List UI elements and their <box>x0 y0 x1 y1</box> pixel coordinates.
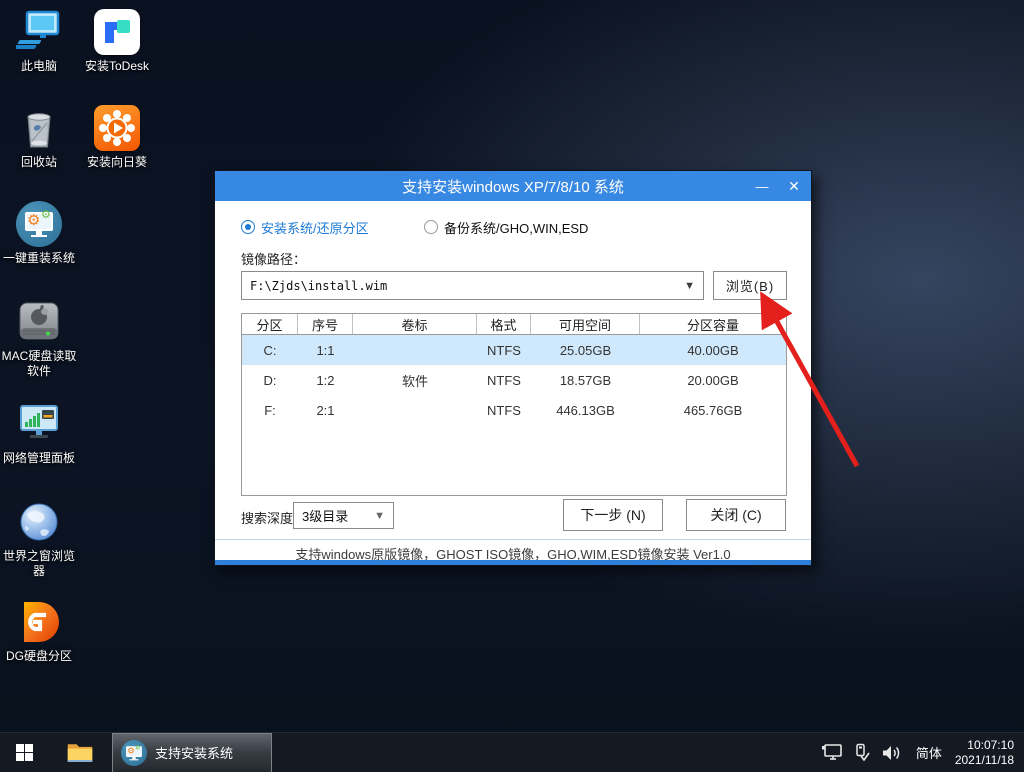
radio-selected-icon <box>241 220 255 234</box>
browse-button[interactable]: 浏览(B) <box>713 271 787 300</box>
desktop-icon-onekey-reinstall[interactable]: ⚙ ⚙ 一键重装系统 <box>0 200 78 266</box>
desktop-icon-mac-disk[interactable]: MAC硬盘读取软件 <box>0 298 78 379</box>
taskbar-item-label: 支持安装系统 <box>155 743 233 762</box>
image-path-combobox[interactable]: F:\Zjds\install.wim ▼ <box>241 271 704 300</box>
desktop-icon-label: 安装向日葵 <box>78 155 156 170</box>
partition-table: 分区 序号 卷标 格式 可用空间 分区容量 C: 1:1 NTFS 25.05G… <box>241 313 787 496</box>
todesk-icon <box>93 8 141 56</box>
col-header-format: 格式 <box>477 314 531 334</box>
cell-free: 25.05GB <box>531 335 640 365</box>
desktop-icon-recycle-bin[interactable]: 回收站 <box>0 104 78 170</box>
gear-icon: ⚙ <box>27 213 40 228</box>
desktop-icon-todesk[interactable]: 安装ToDesk <box>78 8 156 74</box>
onekey-reinstall-icon: ⚙ ⚙ <box>121 740 136 755</box>
col-header-capacity: 分区容量 <box>640 314 786 334</box>
dg-partition-icon <box>15 598 63 646</box>
table-row-c[interactable]: C: 1:1 NTFS 25.05GB 40.00GB <box>242 335 786 365</box>
search-depth-label: 搜索深度 <box>241 508 293 527</box>
radio-label: 安装系统/还原分区 <box>261 218 369 237</box>
cell-seq: 2:1 <box>298 395 353 425</box>
desktop-icon-label: MAC硬盘读取软件 <box>0 349 78 379</box>
network-tray-icon[interactable] <box>817 733 847 772</box>
folder-icon <box>66 741 94 765</box>
system-tray: 简体 10:07:10 2021/11/18 <box>817 733 1024 772</box>
col-header-seq: 序号 <box>298 314 353 334</box>
cell-partition: D: <box>242 365 298 395</box>
desktop-icon-label: 回收站 <box>0 155 78 170</box>
cell-volume <box>353 395 477 425</box>
col-header-volume: 卷标 <box>353 314 477 334</box>
desktop-icon-label: 安装ToDesk <box>78 59 156 74</box>
minimize-button[interactable]: — <box>747 171 777 201</box>
chevron-down-icon[interactable]: ▼ <box>684 280 695 292</box>
volume-tray-icon[interactable] <box>877 733 907 772</box>
col-header-free: 可用空间 <box>531 314 640 334</box>
cell-free: 446.13GB <box>531 395 640 425</box>
this-pc-icon <box>15 8 63 56</box>
input-language-indicator[interactable]: 简体 <box>907 733 951 772</box>
search-depth-select[interactable]: 3级目录 ▼ <box>293 502 394 529</box>
desktop-icon-label: 网络管理面板 <box>0 451 78 466</box>
desktop-icon-world-browser[interactable]: 世界之窗浏览器 <box>0 498 78 579</box>
onekey-reinstall-icon: ⚙ ⚙ <box>15 200 63 248</box>
image-path-label: 镜像路径： <box>241 249 306 268</box>
dialog-title: 支持安装windows XP/7/8/10 系统 <box>215 176 811 197</box>
sunflower-icon <box>93 104 141 152</box>
desktop-icon-label: 世界之窗浏览器 <box>0 549 78 579</box>
taskbar-item-install-system[interactable]: ⚙ ⚙ 支持安装系统 <box>112 733 272 772</box>
windows-logo-icon <box>16 744 33 761</box>
clock-date: 2021/11/18 <box>955 753 1014 768</box>
col-header-partition: 分区 <box>242 314 298 334</box>
install-dialog: 支持安装windows XP/7/8/10 系统 — ✕ 安装系统/还原分区 备… <box>214 170 812 566</box>
cell-format: NTFS <box>477 365 531 395</box>
gear-icon: ⚙ <box>41 210 51 221</box>
desktop-icon-this-pc[interactable]: 此电脑 <box>0 8 78 74</box>
world-browser-icon <box>15 498 63 546</box>
cell-volume: 软件 <box>353 365 477 395</box>
dialog-titlebar[interactable]: 支持安装windows XP/7/8/10 系统 — ✕ <box>215 171 811 201</box>
cell-seq: 1:1 <box>298 335 353 365</box>
next-step-button[interactable]: 下一步 (N) <box>563 499 663 531</box>
cell-partition: F: <box>242 395 298 425</box>
mac-disk-icon <box>15 298 63 346</box>
taskbar: ⚙ ⚙ 支持安装系统 <box>0 732 1024 772</box>
desktop-icon-label: DG硬盘分区 <box>0 649 78 664</box>
radio-unselected-icon <box>424 220 438 234</box>
clock-time: 10:07:10 <box>967 738 1014 753</box>
cell-partition: C: <box>242 335 298 365</box>
usb-tray-icon[interactable] <box>847 733 877 772</box>
image-path-value: F:\Zjds\install.wim <box>250 279 684 293</box>
desktop-icon-label: 此电脑 <box>0 59 78 74</box>
start-button[interactable] <box>0 733 48 772</box>
desktop-icon-sunflower[interactable]: 安装向日葵 <box>78 104 156 170</box>
radio-backup[interactable]: 备份系统/GHO,WIN,ESD <box>424 219 588 235</box>
cell-format: NTFS <box>477 395 531 425</box>
network-panel-icon <box>15 400 63 448</box>
cell-capacity: 20.00GB <box>640 365 786 395</box>
desktop-icon-dg-partition[interactable]: DG硬盘分区 <box>0 598 78 664</box>
cell-capacity: 40.00GB <box>640 335 786 365</box>
close-button[interactable]: 关闭 (C) <box>686 499 786 531</box>
cell-free: 18.57GB <box>531 365 640 395</box>
table-row-d[interactable]: D: 1:2 软件 NTFS 18.57GB 20.00GB <box>242 365 786 395</box>
desktop-icon-network-panel[interactable]: 网络管理面板 <box>0 400 78 466</box>
cell-format: NTFS <box>477 335 531 365</box>
table-row-f[interactable]: F: 2:1 NTFS 446.13GB 465.76GB <box>242 395 786 425</box>
radio-install-restore[interactable]: 安装系统/还原分区 <box>241 219 369 235</box>
cell-volume <box>353 335 477 365</box>
radio-label: 备份系统/GHO,WIN,ESD <box>444 218 588 237</box>
table-header-row: 分区 序号 卷标 格式 可用空间 分区容量 <box>242 314 786 335</box>
close-window-button[interactable]: ✕ <box>779 171 809 201</box>
desktop: 此电脑 安装ToDesk 回收站 <box>0 0 1024 772</box>
file-explorer-button[interactable] <box>56 733 104 772</box>
footer-divider <box>215 539 811 540</box>
cell-capacity: 465.76GB <box>640 395 786 425</box>
search-depth-value: 3级目录 <box>302 506 374 525</box>
chevron-down-icon[interactable]: ▼ <box>374 510 385 522</box>
desktop-icon-label: 一键重装系统 <box>0 251 78 266</box>
dialog-bottom-strip <box>215 560 811 565</box>
cell-seq: 1:2 <box>298 365 353 395</box>
recycle-bin-icon <box>15 104 63 152</box>
taskbar-clock[interactable]: 10:07:10 2021/11/18 <box>951 733 1024 772</box>
